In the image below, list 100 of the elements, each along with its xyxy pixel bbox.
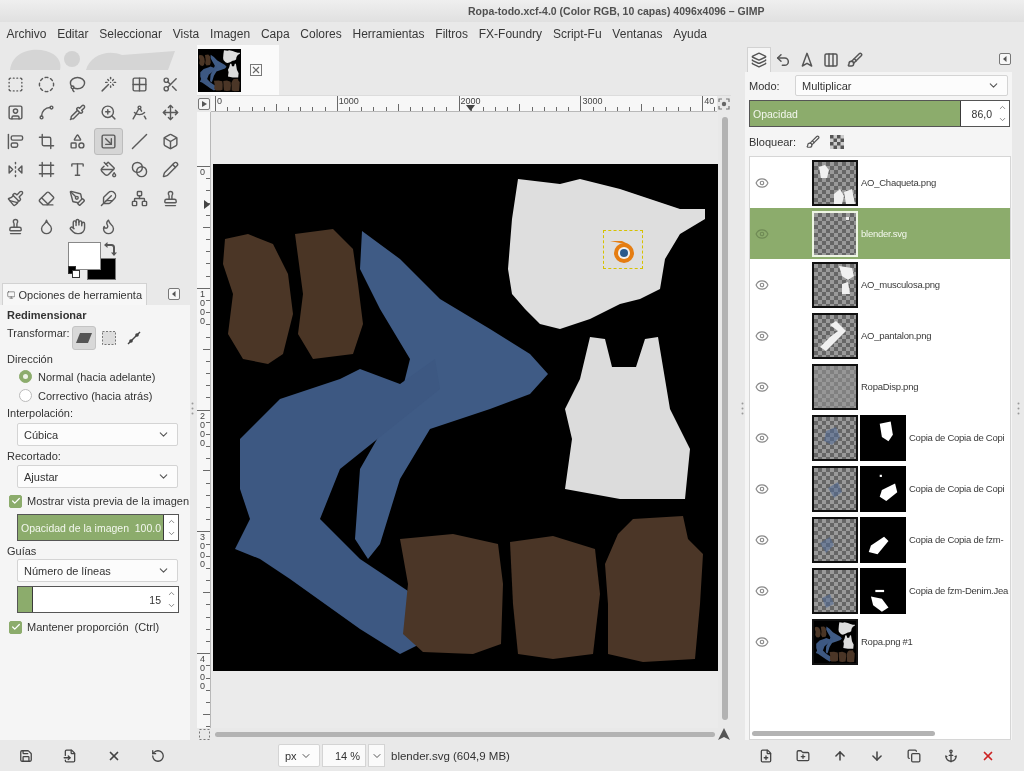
chevron-down-icon[interactable]: [997, 115, 1007, 124]
zoom-field[interactable]: 14 %: [322, 744, 366, 767]
menu-item[interactable]: Ayuda: [667, 25, 713, 42]
copy-icon[interactable]: [907, 748, 921, 763]
scrollbar-thumb[interactable]: [722, 117, 728, 720]
path-icon: [38, 104, 55, 122]
layer-row[interactable]: Copia de Copia de Copi: [750, 412, 1010, 463]
chevron-up-icon[interactable]: [166, 589, 176, 598]
eye-icon[interactable]: [755, 379, 769, 394]
frame-icon: [38, 161, 55, 179]
menu-item[interactable]: Archivo: [1, 25, 52, 42]
chevron-up-icon[interactable]: [997, 103, 1007, 112]
file-plus-icon[interactable]: [759, 748, 773, 763]
zoom-fit-icon[interactable]: [718, 98, 730, 110]
layer-row[interactable]: RopaDisp.png: [750, 361, 1010, 412]
color-swatches-icon[interactable]: [68, 242, 117, 280]
zoom-icon: [100, 104, 117, 122]
eye-icon[interactable]: [755, 430, 769, 445]
lasso-icon: [69, 75, 86, 93]
grip-handle-icon[interactable]: [191, 401, 194, 415]
layer-row[interactable]: AO_pantalon.png: [750, 310, 1010, 361]
slider-track[interactable]: 15: [18, 587, 164, 612]
parallelogram-icon: [75, 332, 92, 344]
eye-icon[interactable]: [755, 532, 769, 547]
radio-button[interactable]: [19, 370, 32, 383]
eye-icon[interactable]: [755, 277, 769, 292]
dropdown[interactable]: Número de líneas: [17, 559, 178, 582]
ruler-label: 1000: [200, 289, 205, 326]
layer-row[interactable]: AO_musculosa.png: [750, 259, 1010, 310]
field-label: Recortado:: [7, 449, 61, 464]
menu-item[interactable]: Editar: [51, 25, 94, 42]
layer-row[interactable]: AO_Chaqueta.png: [750, 157, 1010, 208]
reset-icon[interactable]: [151, 748, 165, 763]
dock-tab[interactable]: [747, 47, 771, 72]
folder-plus-icon[interactable]: [796, 748, 810, 763]
wand-icon: [100, 75, 117, 93]
eye-icon[interactable]: [755, 175, 769, 190]
eye-icon[interactable]: [755, 634, 769, 649]
menu-item[interactable]: Ventanas: [606, 25, 668, 42]
eye-icon[interactable]: [755, 328, 769, 343]
menu-item[interactable]: Filtros: [429, 25, 474, 42]
menu-item[interactable]: Colores: [294, 25, 348, 42]
scrollbar-thumb[interactable]: [752, 730, 935, 736]
menu-item[interactable]: Imagen: [204, 25, 256, 42]
menu-item[interactable]: Seleccionar: [93, 25, 168, 42]
navigate-arrow-icon[interactable]: [718, 728, 730, 740]
dropdown[interactable]: Ajustar: [17, 465, 178, 488]
ruler-label: 2000: [200, 411, 205, 448]
panel-tab[interactable]: Opciones de herramienta: [2, 283, 147, 305]
panel-menu-icon[interactable]: [168, 288, 180, 300]
chevron-up-icon[interactable]: [166, 517, 176, 526]
anchor-icon[interactable]: [944, 748, 958, 763]
ruler-label: 0: [217, 96, 222, 106]
flame-icon: [100, 218, 117, 236]
layer-row[interactable]: Copia de fzm-Denim.Jea: [750, 565, 1010, 616]
chevron-down-icon[interactable]: [166, 529, 176, 538]
mode-dropdown[interactable]: Multiplicar: [795, 75, 1008, 96]
arrow-down-icon[interactable]: [870, 748, 884, 763]
paint-bucket-icon: [100, 161, 117, 179]
image-tab[interactable]: [197, 45, 279, 95]
close-icon[interactable]: [250, 64, 262, 76]
eye-icon[interactable]: [755, 583, 769, 598]
field-label: Bloquear:: [749, 136, 797, 148]
radio-button[interactable]: [19, 389, 32, 402]
dashed-square-icon[interactable]: [198, 728, 210, 740]
tool-button[interactable]: [94, 127, 123, 155]
grip-handle-icon[interactable]: [741, 401, 744, 415]
mode-button[interactable]: [71, 326, 96, 350]
menu-item[interactable]: Script-Fu: [547, 25, 607, 42]
radio-label: Normal (hacia adelante): [38, 369, 156, 384]
eye-icon[interactable]: [755, 481, 769, 496]
chevron-down-icon[interactable]: [166, 601, 176, 610]
check-icon: [10, 622, 21, 632]
checkbox[interactable]: [9, 494, 22, 508]
menu-item[interactable]: FX-Foundry: [473, 25, 548, 42]
layer-name: Copia de Copia de Copi: [909, 432, 1005, 443]
panel-menu-icon[interactable]: [999, 52, 1011, 65]
brush-icon[interactable]: [806, 135, 821, 149]
menu-item[interactable]: Vista: [167, 25, 205, 42]
shapes-icon: [69, 132, 86, 150]
checkbox[interactable]: [9, 620, 22, 634]
file-arrow-icon[interactable]: [63, 748, 77, 763]
checkerboard-icon[interactable]: [830, 135, 845, 149]
arrow-into-box-icon: [100, 132, 117, 150]
layer-row[interactable]: Copia de Copia de fzm-: [750, 514, 1010, 565]
layer-row[interactable]: Copia de Copia de Copi: [750, 463, 1010, 514]
scrollbar-thumb[interactable]: [215, 731, 715, 737]
dropdown[interactable]: Cúbica: [17, 423, 178, 446]
stamp-icon: [7, 218, 24, 236]
menu-item[interactable]: Herramientas: [347, 25, 430, 42]
dashed-square-icon: [101, 331, 116, 345]
ruler-menu-icon[interactable]: [198, 98, 210, 110]
save-icon[interactable]: [19, 748, 33, 763]
spin-slider[interactable]: 15: [17, 586, 179, 613]
menu-item[interactable]: Capa: [255, 25, 295, 42]
layer-row[interactable]: Ropa.png #1: [750, 616, 1010, 667]
unit-dropdown[interactable]: px: [278, 744, 320, 767]
window-title: Ropa-todo.xcf-4.0 (Color RGB, 10 capas) 4096x4096 – GIMP: [468, 5, 765, 17]
blend-icon: [131, 161, 148, 179]
grip-handle-icon[interactable]: [1016, 401, 1020, 415]
